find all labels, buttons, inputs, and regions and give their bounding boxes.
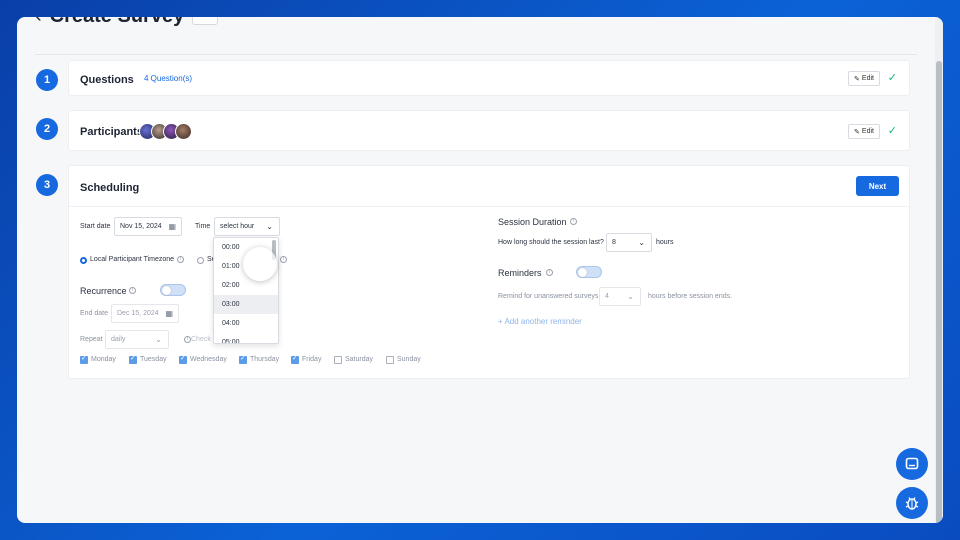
remind-text: Remind for unanswered surveys [498, 293, 599, 300]
check-hint: Check [191, 336, 211, 343]
step-number-1: 1 [36, 69, 58, 91]
participants-title: Participants [80, 126, 143, 138]
other-timezone-info-icon: i [280, 256, 287, 263]
page-scrollbar[interactable] [935, 17, 943, 523]
repeat-select[interactable]: daily ⌄ [105, 330, 169, 349]
day-label: Thursday [250, 356, 280, 363]
cursor-highlight [243, 247, 277, 281]
scheduling-title: Scheduling [80, 182, 140, 194]
step-number-3: 3 [36, 174, 58, 196]
other-timezone-radio[interactable] [197, 257, 204, 264]
chevron-down-icon: ⌄ [627, 292, 634, 301]
session-duration-label: Session Duration [498, 217, 567, 227]
session-length-select[interactable]: 8 ⌄ [606, 233, 652, 252]
question-count[interactable]: 4 Question(s) [144, 74, 192, 83]
participants-complete-check-icon: ✓ [887, 125, 897, 137]
timezone-info-icon: i [177, 256, 184, 263]
questions-card: Questions 4 Question(s) ✎ Edit ✓ [68, 60, 910, 96]
questions-edit-button[interactable]: ✎ Edit [848, 71, 880, 86]
day-checkbox-friday[interactable] [291, 354, 299, 364]
day-checkbox-sunday[interactable] [386, 356, 394, 364]
title-chip[interactable] [192, 17, 219, 25]
day-checkbox-wednesday[interactable] [179, 354, 187, 364]
day-checkbox-tuesday[interactable] [129, 354, 137, 364]
day-checkbox-monday[interactable] [80, 354, 88, 364]
scheduling-card: Scheduling Next Start date Nov 15, 2024 … [68, 165, 910, 379]
step-number-2: 2 [36, 118, 58, 140]
calendar-icon: ▦ [165, 309, 173, 318]
day-label: Wednesday [190, 356, 227, 363]
next-button[interactable]: Next [856, 176, 899, 196]
day-label: Friday [302, 356, 322, 363]
bug-report-button[interactable] [896, 487, 928, 519]
hour-option-05[interactable]: 05:00 [214, 333, 278, 343]
chat-button[interactable] [896, 448, 928, 480]
participant-avatars[interactable] [139, 123, 192, 140]
card-divider [69, 206, 909, 207]
hour-option-02[interactable]: 02:00 [214, 276, 278, 295]
add-reminder-link[interactable]: + Add another reminder [498, 317, 582, 326]
chevron-down-icon: ⌄ [155, 335, 162, 344]
participants-card: Participants ✎ Edit ✓ [68, 110, 910, 151]
hour-option-04[interactable]: 04:00 [214, 314, 278, 333]
bug-icon [905, 497, 919, 510]
edit-icon: ✎ [854, 128, 860, 136]
app-window: ‹ Create Survey 1 Questions 4 Question(s… [17, 17, 943, 523]
reminders-info-icon: i [546, 269, 553, 276]
day-checkbox-thursday[interactable] [239, 354, 247, 364]
questions-title: Questions [80, 74, 134, 86]
recurrence-label: Recurrence [80, 286, 127, 296]
reminders-toggle[interactable] [576, 266, 602, 278]
repeat-info-icon: i [184, 336, 191, 343]
edit-icon: ✎ [854, 75, 860, 83]
repeat-label: Repeat [80, 336, 103, 343]
recurrence-info-icon: i [129, 287, 136, 294]
avatar [175, 123, 192, 140]
calendar-icon: ▦ [168, 222, 176, 231]
hour-option-03[interactable]: 03:00 [214, 295, 278, 314]
remind-suffix: hours before session ends. [648, 293, 733, 300]
day-checkbox-saturday[interactable] [334, 356, 342, 364]
session-question: How long should the session last? [498, 239, 604, 246]
page-header: ‹ Create Survey [35, 17, 219, 28]
start-date-input[interactable]: Nov 15, 2024 ▦ [114, 217, 182, 236]
day-label: Monday [91, 356, 116, 363]
end-date-label: End date [80, 310, 109, 317]
back-arrow-icon[interactable]: ‹ [35, 17, 42, 28]
plus-icon: + [498, 317, 503, 326]
participants-edit-button[interactable]: ✎ Edit [848, 124, 880, 139]
remind-hours-select[interactable]: 4 ⌄ [599, 287, 641, 306]
chevron-down-icon: ⌄ [266, 222, 273, 231]
scrollbar-thumb[interactable] [936, 61, 942, 523]
start-date-label: Start date [80, 223, 111, 230]
chat-icon [905, 457, 919, 470]
page-title: Create Survey [50, 17, 185, 28]
end-date-input[interactable]: Dec 15, 2024 ▦ [111, 304, 179, 323]
local-timezone-radio[interactable] [80, 257, 87, 264]
session-info-icon: i [570, 218, 577, 225]
local-timezone-label: Local Participant Timezone [90, 256, 175, 263]
recurrence-toggle[interactable] [160, 284, 186, 296]
questions-complete-check-icon: ✓ [887, 72, 897, 84]
reminders-label: Reminders [498, 268, 542, 278]
time-label: Time [195, 223, 211, 230]
day-label: Sunday [397, 356, 421, 363]
day-label: Saturday [345, 356, 374, 363]
header-divider [35, 54, 917, 55]
session-unit: hours [656, 239, 674, 246]
day-label: Tuesday [140, 356, 167, 363]
time-select[interactable]: select hour ⌄ [214, 217, 280, 236]
chevron-down-icon: ⌄ [638, 238, 645, 247]
